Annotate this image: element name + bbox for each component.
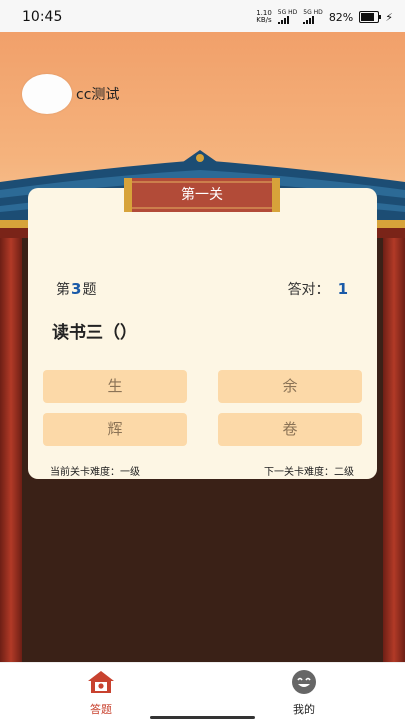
option-button-2[interactable]: 余 [218,370,362,403]
home-indicator[interactable] [150,716,255,719]
house-icon [88,671,114,693]
status-time: 10:45 [22,9,63,25]
nav-answer[interactable]: 答题 [61,669,141,717]
network-speed: 1.10 KB/s [256,9,272,24]
battery-icon [359,11,382,23]
charging-icon: ⚡ [385,10,393,24]
username: cc测试 [76,87,120,103]
correct-count: 1 [337,280,348,298]
nav-mine[interactable]: 我的 [264,669,344,717]
status-icons: 1.10 KB/s 5G HD 5G HD 82% ⚡ [256,8,393,26]
option-button-4[interactable]: 卷 [218,413,362,446]
nav-answer-label: 答题 [90,703,112,716]
question-number: 3 [71,280,82,298]
question-text: 读书三（） [52,323,137,343]
correct-counter: 答对： 1 [287,280,348,298]
signal-2-icon: 5G HD [303,10,323,24]
status-bar: 10:45 1.10 KB/s 5G HD 5G HD 82% ⚡ [0,0,405,32]
bottom-nav: 答题 我的 [0,662,405,721]
signal-1-icon: 5G HD [277,10,297,24]
smiley-face-icon [292,670,316,694]
left-pillar [0,237,22,662]
option-button-1[interactable]: 生 [43,370,187,403]
avatar[interactable] [22,74,72,114]
level-title: 第一关 [181,187,223,203]
current-difficulty: 当前关卡难度：一级 [50,467,140,478]
next-difficulty: 下一关卡难度：二级 [264,467,354,478]
right-pillar [383,237,405,662]
question-index: 第3题 [56,280,97,298]
battery-percent: 82% [328,10,354,24]
nav-mine-label: 我的 [293,703,315,716]
user-profile[interactable]: cc测试 [22,74,119,114]
option-button-3[interactable]: 辉 [43,413,187,446]
